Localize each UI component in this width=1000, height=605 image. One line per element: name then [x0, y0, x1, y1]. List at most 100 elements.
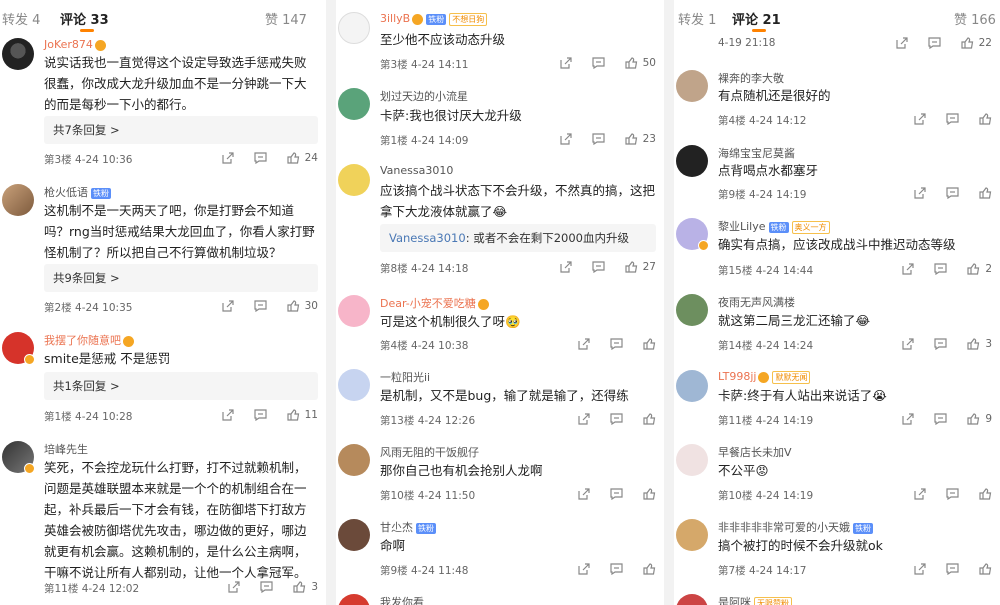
- share-button[interactable]: [901, 338, 914, 350]
- share-button[interactable]: [559, 133, 572, 145]
- comment-author[interactable]: Dear-小宠不爱吃糖: [380, 295, 489, 311]
- tab-likes[interactable]: 赞 147: [265, 9, 307, 28]
- reply-button[interactable]: [610, 563, 623, 575]
- like-button[interactable]: [979, 488, 992, 500]
- comment-author[interactable]: 一粒阳光ii: [380, 369, 430, 385]
- comment-author[interactable]: 裸奔的李大敬: [718, 70, 784, 86]
- comment-author[interactable]: 海绵宝宝尼莫酱: [718, 145, 795, 161]
- avatar[interactable]: [338, 12, 370, 44]
- like-button[interactable]: [979, 113, 992, 125]
- avatar[interactable]: [676, 444, 708, 476]
- comment-author[interactable]: Vanessa3010: [380, 164, 453, 177]
- tab-repost[interactable]: 转发 4: [2, 9, 40, 28]
- avatar[interactable]: [2, 184, 34, 216]
- comment-author[interactable]: 夜雨无声风满楼: [718, 294, 795, 310]
- share-button[interactable]: [559, 261, 572, 273]
- comment-author[interactable]: 早餐店长未加V: [718, 444, 792, 460]
- reply-button[interactable]: [254, 300, 267, 312]
- reply-button[interactable]: [934, 263, 947, 275]
- share-button[interactable]: [895, 37, 908, 49]
- reply-button[interactable]: [592, 57, 605, 69]
- share-button[interactable]: [221, 300, 234, 312]
- comment-author[interactable]: 枪火低语 铁粉: [44, 184, 111, 200]
- share-button[interactable]: [577, 413, 590, 425]
- avatar[interactable]: [676, 294, 708, 326]
- reply-button[interactable]: [934, 413, 947, 425]
- comment-author[interactable]: 划过天边的小流星: [380, 88, 468, 104]
- like-button[interactable]: [643, 488, 656, 500]
- avatar[interactable]: [338, 444, 370, 476]
- like-button[interactable]: 22: [961, 37, 992, 49]
- view-replies-link[interactable]: 共9条回复 >: [44, 264, 318, 292]
- share-button[interactable]: [221, 409, 234, 421]
- reply-button[interactable]: [610, 338, 623, 350]
- like-button[interactable]: [643, 338, 656, 350]
- share-button[interactable]: [221, 152, 234, 164]
- like-button[interactable]: 23: [625, 133, 656, 145]
- reply-preview[interactable]: Vanessa3010: 或者不会在剩下2000血内升级: [380, 224, 656, 252]
- comment-author[interactable]: 甘尐杰 铁粉: [380, 519, 436, 535]
- avatar[interactable]: [676, 370, 708, 402]
- reply-button[interactable]: [946, 113, 959, 125]
- avatar[interactable]: [676, 145, 708, 177]
- avatar[interactable]: [338, 88, 370, 120]
- share-button[interactable]: [577, 488, 590, 500]
- avatar[interactable]: [338, 369, 370, 401]
- share-button[interactable]: [577, 338, 590, 350]
- like-button[interactable]: 3: [293, 581, 318, 593]
- share-button[interactable]: [577, 563, 590, 575]
- like-button[interactable]: 9: [967, 413, 992, 425]
- share-button[interactable]: [901, 413, 914, 425]
- like-button[interactable]: 2: [967, 263, 992, 275]
- like-button[interactable]: 3: [967, 338, 992, 350]
- reply-button[interactable]: [934, 338, 947, 350]
- comment-author[interactable]: 黎业Lilye 铁粉 奥义一方: [718, 218, 830, 234]
- avatar[interactable]: [338, 164, 370, 196]
- like-button[interactable]: 30: [287, 300, 318, 312]
- share-button[interactable]: [913, 488, 926, 500]
- share-button[interactable]: [559, 57, 572, 69]
- reply-button[interactable]: [260, 581, 273, 593]
- share-button[interactable]: [901, 263, 914, 275]
- tab-likes[interactable]: 赞 166: [954, 9, 996, 28]
- like-button[interactable]: [643, 413, 656, 425]
- tab-comments[interactable]: 评论 33: [60, 9, 109, 28]
- share-button[interactable]: [227, 581, 240, 593]
- like-button[interactable]: 27: [625, 261, 656, 273]
- avatar[interactable]: [338, 295, 370, 327]
- share-button[interactable]: [913, 187, 926, 199]
- reply-button[interactable]: [592, 261, 605, 273]
- view-replies-link[interactable]: 共7条回复 >: [44, 116, 318, 144]
- comment-author[interactable]: 我发你看: [380, 594, 424, 605]
- share-button[interactable]: [913, 563, 926, 575]
- like-button[interactable]: 50: [625, 57, 656, 69]
- comment-author[interactable]: 风雨无阻的干饭舰仔: [380, 444, 479, 460]
- reply-button[interactable]: [946, 563, 959, 575]
- comment-author[interactable]: 我摆了你随意吧: [44, 332, 134, 348]
- like-button[interactable]: 24: [287, 152, 318, 164]
- like-button[interactable]: [979, 563, 992, 575]
- reply-button[interactable]: [946, 187, 959, 199]
- comment-author[interactable]: 3illyB 铁粉 不想日狗: [380, 12, 488, 26]
- share-button[interactable]: [913, 113, 926, 125]
- like-button[interactable]: 11: [287, 409, 318, 421]
- avatar[interactable]: [676, 70, 708, 102]
- comment-author[interactable]: 非非非非非常可爱的小天娥 铁粉: [718, 519, 873, 535]
- avatar[interactable]: [338, 519, 370, 551]
- reply-button[interactable]: [254, 152, 267, 164]
- reply-button[interactable]: [254, 409, 267, 421]
- reply-button[interactable]: [610, 413, 623, 425]
- like-button[interactable]: [979, 187, 992, 199]
- tab-comments[interactable]: 评论 21: [732, 9, 781, 28]
- reply-button[interactable]: [946, 488, 959, 500]
- comment-author[interactable]: JoKer874: [44, 38, 106, 51]
- reply-button[interactable]: [928, 37, 941, 49]
- avatar[interactable]: [676, 519, 708, 551]
- comment-author[interactable]: 培峰先生: [44, 441, 88, 457]
- tab-repost[interactable]: 转发 1: [678, 9, 716, 28]
- view-replies-link[interactable]: 共1条回复 >: [44, 372, 318, 400]
- avatar[interactable]: [2, 38, 34, 70]
- avatar[interactable]: [338, 594, 370, 605]
- avatar[interactable]: [676, 594, 708, 605]
- comment-author[interactable]: LT998jj 默默无闻: [718, 370, 811, 384]
